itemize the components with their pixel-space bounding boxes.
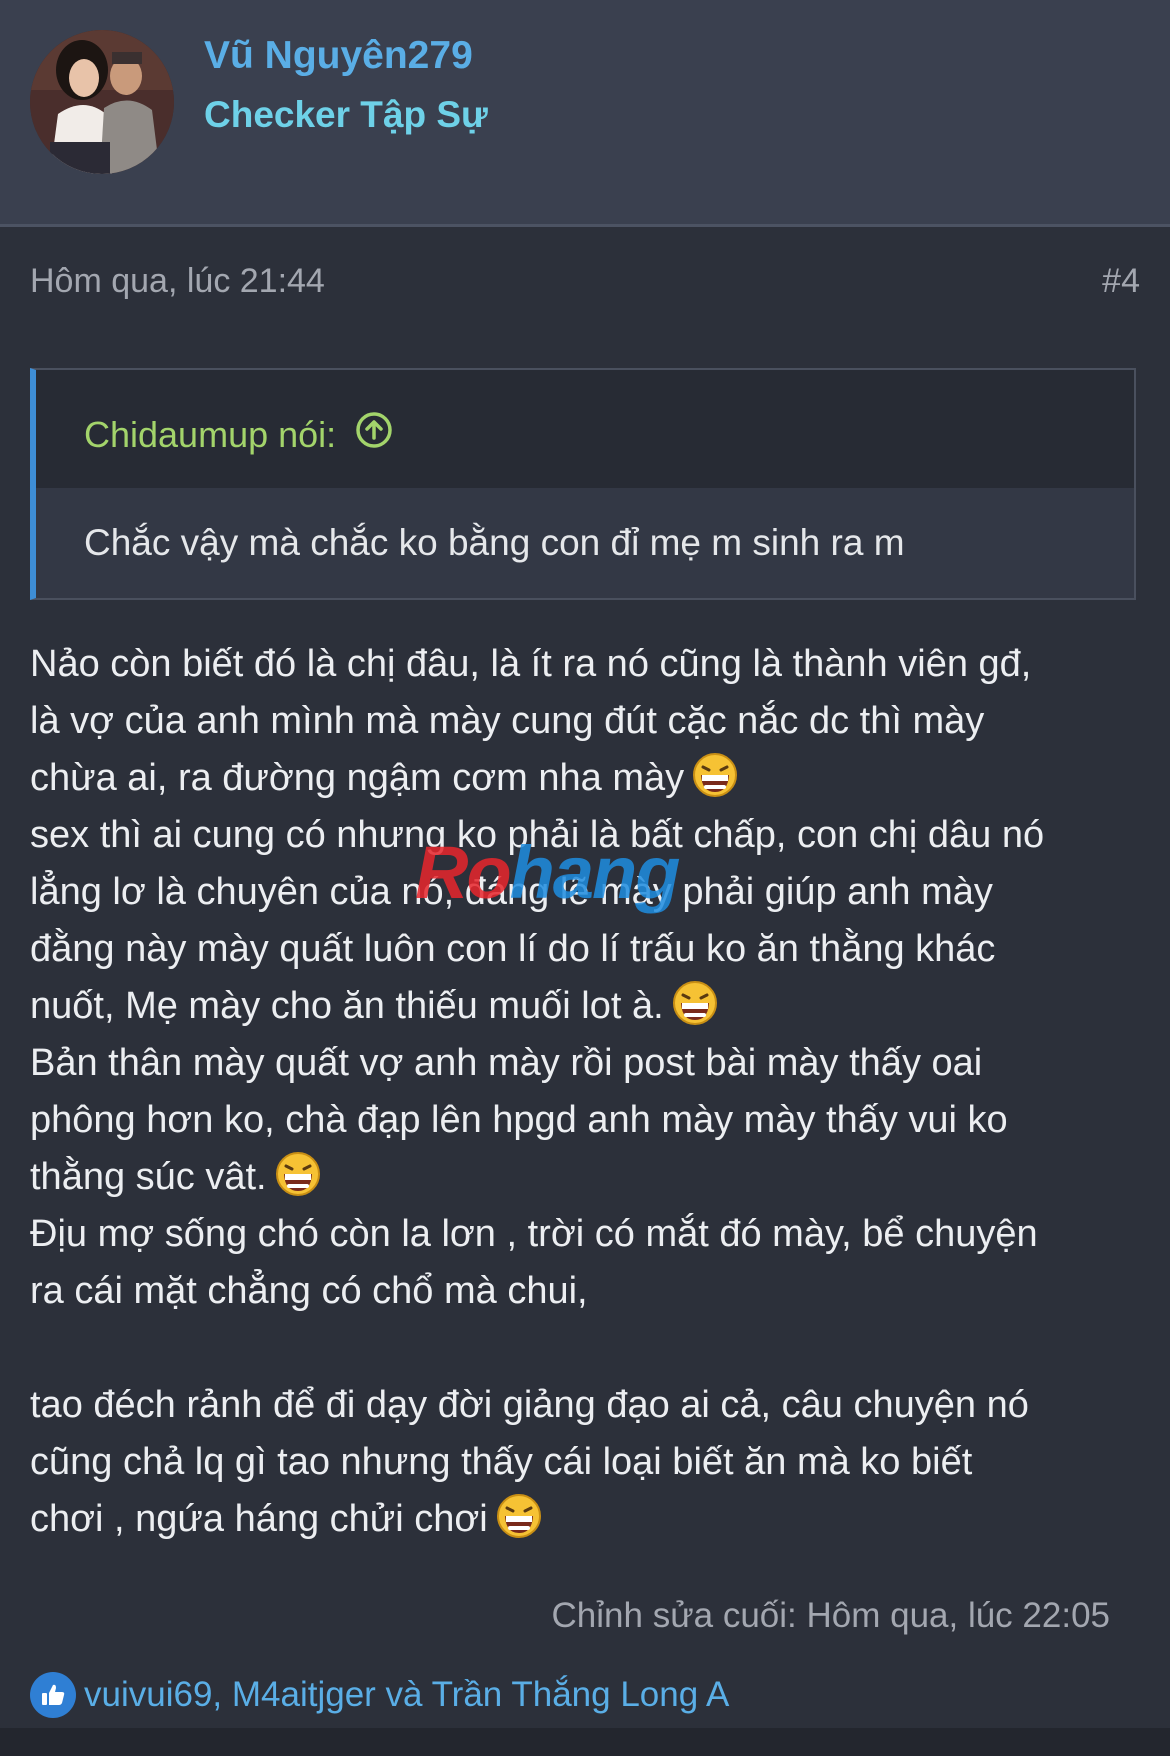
- body-line: phông hơn ko, chà đạp lên hpgd anh mày m…: [30, 1099, 1008, 1141]
- laughing-emoji-icon: [693, 753, 738, 797]
- laughing-emoji-icon: [672, 981, 717, 1025]
- reactions-bar[interactable]: vuivui69, M4aitjger và Trần Thắng Long A: [30, 1672, 729, 1718]
- body-line: Bản thân mày quất vợ anh mày rồi post bà…: [30, 1042, 983, 1084]
- body-line: cũng chả lq gì tao nhưng thấy cái loại b…: [30, 1441, 973, 1483]
- user-avatar[interactable]: [30, 30, 174, 174]
- body-line: Địu mợ sống chó còn la lơn , trời có mắt…: [30, 1213, 1038, 1255]
- body-line: ra cái mặt chẳng có chổ mà chui,: [30, 1270, 588, 1312]
- post-number[interactable]: #4: [1102, 262, 1140, 301]
- quote-block: Chidaumup nói: Chắc vậy mà chắc ko bằng …: [30, 368, 1136, 600]
- body-line: chơi , ngứa háng chửi chơi: [30, 1491, 1150, 1548]
- last-edited-note: Chỉnh sửa cuối: Hôm qua, lúc 22:05: [551, 1596, 1110, 1635]
- body-line: là vợ của anh mình mà mày cung đút cặc n…: [30, 700, 985, 742]
- post-timestamp[interactable]: Hôm qua, lúc 21:44: [30, 262, 325, 301]
- laughing-emoji-icon: [496, 1494, 541, 1538]
- body-line: Nảo còn biết đó là chị đâu, là ít ra nó …: [30, 643, 1032, 685]
- quote-text: Chắc vậy mà chắc ko bằng con đỉ mẹ m sin…: [84, 522, 905, 563]
- watermark-part-red: Ro: [415, 831, 512, 914]
- body-line: thằng súc vât.: [30, 1149, 1150, 1206]
- reaction-users-link[interactable]: vuivui69, M4aitjger và Trần Thắng Long A: [84, 1675, 729, 1715]
- body-line-text: chừa ai, ra đường ngậm cơm nha mày: [30, 757, 685, 799]
- bottom-bar: [0, 1728, 1170, 1756]
- body-line-text: thằng súc vât.: [30, 1156, 267, 1198]
- watermark-part-blue: hang: [509, 831, 681, 914]
- body-line-text: nuốt, Mẹ mày cho ăn thiếu muối lot à.: [30, 985, 664, 1027]
- watermark-logo: Rohang: [415, 830, 681, 915]
- body-line-text: chơi , ngứa háng chửi chơi: [30, 1498, 488, 1540]
- laughing-emoji-icon: [275, 1152, 320, 1196]
- arrow-up-circle-icon[interactable]: [354, 410, 394, 459]
- user-title: Checker Tập Sự: [204, 94, 488, 135]
- post-body: Nảo còn biết đó là chị đâu, là ít ra nó …: [30, 636, 1150, 1548]
- thumbs-up-icon[interactable]: [30, 1672, 76, 1718]
- body-line: tao đéch rảnh để đi dạy đời giảng đạo ai…: [30, 1384, 1029, 1426]
- quote-header: Chidaumup nói:: [36, 370, 1134, 488]
- quote-author-label: Chidaumup nói:: [84, 413, 337, 455]
- body-line: đằng này mày quất luôn con lí do lí trấu…: [30, 928, 996, 970]
- quote-author-link[interactable]: Chidaumup nói:: [84, 410, 394, 459]
- body-line: chừa ai, ra đường ngậm cơm nha mày: [30, 750, 1150, 807]
- post-author-header: Vũ Nguyên279 Checker Tập Sự: [0, 0, 1170, 227]
- body-line: nuốt, Mẹ mày cho ăn thiếu muối lot à.: [30, 978, 1150, 1035]
- username-link[interactable]: Vũ Nguyên279: [204, 34, 473, 78]
